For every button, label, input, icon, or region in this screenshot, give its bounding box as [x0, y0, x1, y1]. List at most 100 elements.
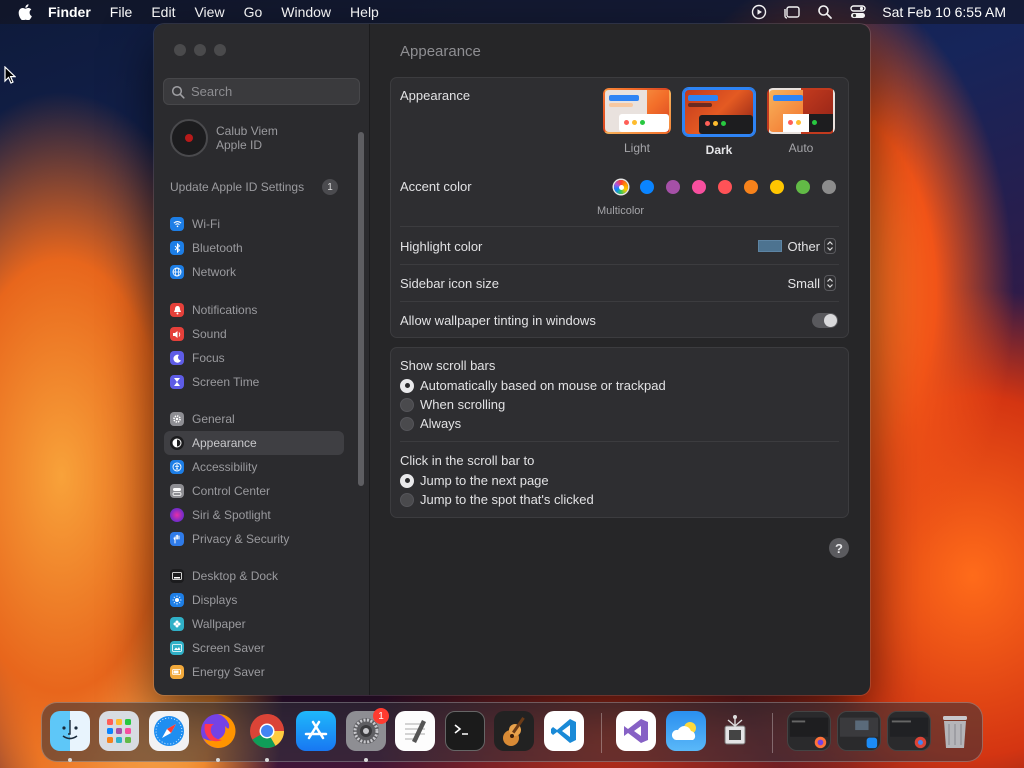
divider	[400, 301, 839, 302]
sidebar-item-label: General	[192, 412, 235, 426]
dark-caption: Dark	[705, 143, 733, 157]
settings-main-pane: Appearance Appearance Light Dark Auto Ac…	[370, 24, 870, 695]
search-input[interactable]	[191, 84, 351, 99]
menu-help[interactable]: Help	[350, 4, 379, 20]
trash-icon[interactable]	[935, 711, 975, 751]
radio-button	[400, 416, 414, 431]
sidebar-scrollbar[interactable]	[358, 132, 364, 486]
update-count-badge: 1	[322, 179, 338, 195]
highlight-color-chip	[758, 240, 783, 252]
help-button[interactable]: ?	[829, 538, 849, 558]
radio-click-next-page[interactable]: Jump to the next page	[400, 473, 549, 488]
update-apple-id-settings[interactable]: Update Apple ID Settings 1	[170, 179, 338, 195]
accent-swatch-yellow[interactable]	[770, 180, 784, 194]
window-thumbnail-app-store[interactable]	[837, 711, 881, 751]
app-store-icon[interactable]	[296, 711, 336, 751]
sidebar-item-label: Wi-Fi	[192, 217, 220, 231]
sidebar-item-bluetooth[interactable]: Bluetooth	[164, 236, 344, 260]
sidebar-item-wallpaper[interactable]: Wallpaper	[164, 612, 344, 636]
radio-scroll-when-scrolling[interactable]: When scrolling	[400, 397, 505, 412]
divider	[400, 226, 839, 227]
menu-window[interactable]: Window	[281, 4, 331, 20]
visual-studio-icon[interactable]	[616, 711, 656, 751]
garageband-icon[interactable]	[494, 711, 534, 751]
finder-icon[interactable]	[50, 711, 90, 751]
accent-swatch-blue[interactable]	[640, 180, 654, 194]
accent-swatch-multicolor[interactable]	[614, 180, 628, 194]
accent-swatch-red[interactable]	[718, 180, 732, 194]
sidebar-item-general[interactable]: General	[164, 407, 344, 431]
system-information-icon[interactable]	[715, 711, 755, 751]
vscode-icon[interactable]	[544, 711, 584, 751]
sidebar-item-focus[interactable]: Focus	[164, 346, 344, 370]
menu-edit[interactable]: Edit	[151, 4, 175, 20]
terminal-icon[interactable]	[445, 711, 485, 751]
light-caption: Light	[623, 141, 651, 155]
spotlight-search-icon[interactable]	[816, 3, 834, 21]
radio-scroll-always[interactable]: Always	[400, 416, 461, 431]
hand-icon	[170, 532, 184, 546]
appearance-option-dark[interactable]: Dark	[683, 88, 755, 157]
dock: 1	[41, 702, 983, 762]
avatar	[170, 119, 208, 157]
page-title: Appearance	[400, 43, 481, 60]
screen-record-icon[interactable]	[750, 3, 768, 21]
appearance-option-light[interactable]: Light	[603, 88, 671, 155]
sidebar-item-displays[interactable]: Displays	[164, 588, 344, 612]
sidebar-item-siri-spotlight[interactable]: Siri & Spotlight	[164, 503, 344, 527]
accent-swatch-purple[interactable]	[666, 180, 680, 194]
accent-swatch-green[interactable]	[796, 180, 810, 194]
sidebar-item-screen-saver[interactable]: Screen Saver	[164, 636, 344, 660]
apple-menu-icon[interactable]	[18, 4, 34, 20]
sidebar-group-general: General Appearance Accessibility Control…	[164, 407, 344, 551]
accent-swatch-graphite[interactable]	[822, 180, 836, 194]
sidebar-item-energy-saver[interactable]: Energy Saver	[164, 660, 344, 684]
accent-color-label: Accent color	[400, 179, 472, 194]
sidebar-item-notifications[interactable]: Notifications	[164, 298, 344, 322]
menu-file[interactable]: File	[110, 4, 133, 20]
sidebar-item-wifi[interactable]: Wi-Fi	[164, 212, 344, 236]
safari-icon[interactable]	[149, 711, 189, 751]
sidebar-item-screen-time[interactable]: Screen Time	[164, 370, 344, 394]
menu-app-name[interactable]: Finder	[48, 4, 91, 20]
sidebar-icon-size-popup[interactable]: Small	[787, 275, 836, 291]
appearance-option-auto[interactable]: Auto	[767, 88, 835, 155]
close-window-button[interactable]	[174, 44, 186, 56]
menu-view[interactable]: View	[194, 4, 224, 20]
sidebar-item-network[interactable]: Network	[164, 260, 344, 284]
minimize-window-button[interactable]	[194, 44, 206, 56]
wallpaper-tinting-toggle[interactable]	[812, 313, 838, 328]
sidebar-item-accessibility[interactable]: Accessibility	[164, 455, 344, 479]
accent-swatch-orange[interactable]	[744, 180, 758, 194]
accent-swatch-pink[interactable]	[692, 180, 706, 194]
menu-go[interactable]: Go	[244, 4, 263, 20]
firefox-icon[interactable]	[198, 711, 238, 751]
stage-manager-icon[interactable]	[783, 3, 801, 21]
zoom-window-button[interactable]	[214, 44, 226, 56]
hourglass-icon	[170, 375, 184, 389]
weather-icon[interactable]	[666, 711, 706, 751]
sidebar-item-label: Privacy & Security	[192, 532, 290, 546]
window-thumbnail-chrome[interactable]	[887, 711, 931, 751]
radio-click-spot[interactable]: Jump to the spot that's clicked	[400, 492, 594, 507]
sidebar-item-label: Accessibility	[192, 460, 258, 474]
launchpad-icon[interactable]	[99, 711, 139, 751]
sidebar-icon-size-value: Small	[787, 275, 820, 291]
chrome-icon[interactable]	[247, 711, 287, 751]
window-thumbnail-firefox[interactable]	[787, 711, 831, 751]
apple-id-profile[interactable]: Calub Viem Apple ID	[170, 119, 278, 157]
sidebar-search[interactable]	[163, 78, 360, 105]
screen-saver-icon	[170, 641, 184, 655]
control-center-icon[interactable]	[849, 3, 867, 21]
sidebar-item-desktop-dock[interactable]: Desktop & Dock	[164, 564, 344, 588]
radio-scroll-automatic[interactable]: Automatically based on mouse or trackpad	[400, 378, 666, 393]
sidebar-item-appearance[interactable]: Appearance	[164, 431, 344, 455]
system-settings-window: Calub Viem Apple ID Update Apple ID Sett…	[154, 24, 870, 695]
menu-bar-clock[interactable]: Sat Feb 10 6:55 AM	[882, 4, 1006, 20]
bluetooth-icon	[170, 241, 184, 255]
highlight-color-popup[interactable]: Other	[758, 238, 836, 254]
sidebar-item-privacy-security[interactable]: Privacy & Security	[164, 527, 344, 551]
sidebar-item-sound[interactable]: Sound	[164, 322, 344, 346]
textedit-icon[interactable]	[395, 711, 435, 751]
sidebar-item-control-center[interactable]: Control Center	[164, 479, 344, 503]
